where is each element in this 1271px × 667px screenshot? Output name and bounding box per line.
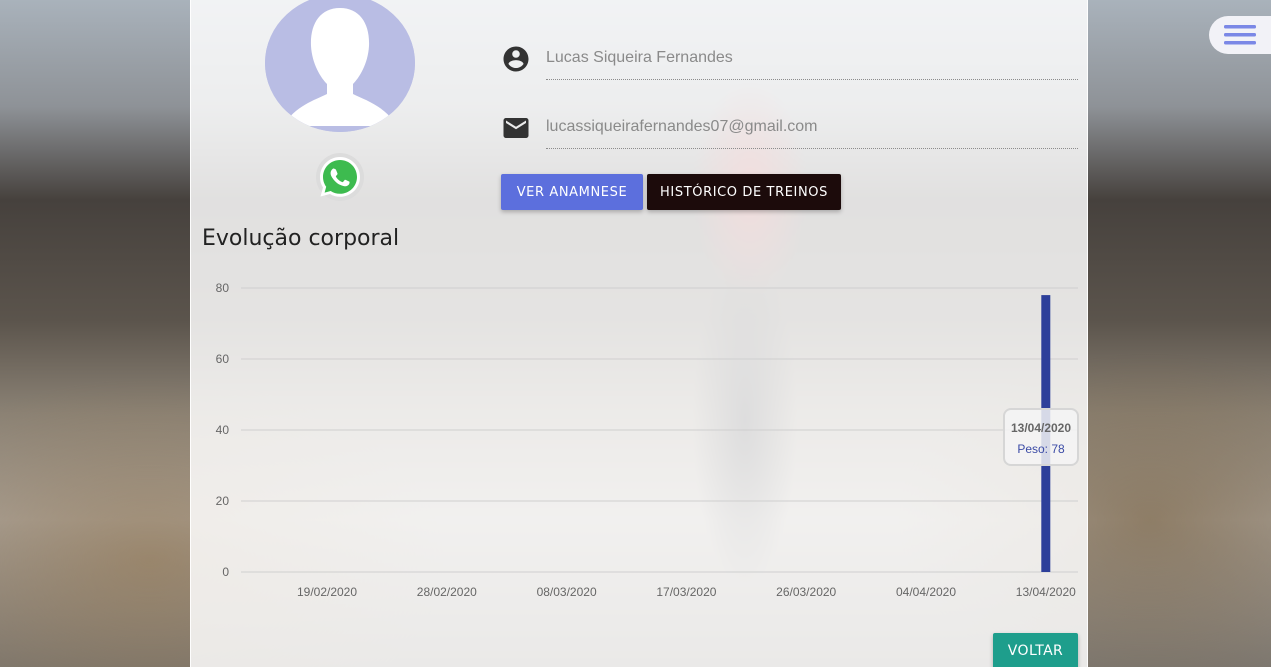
y-tick-label: 80 [216, 281, 230, 295]
x-tick-label: 28/02/2020 [417, 585, 477, 599]
whatsapp-icon [316, 153, 364, 201]
y-tick-label: 60 [216, 352, 230, 366]
x-tick-label: 13/04/2020 [1016, 585, 1076, 599]
avatar [265, 0, 415, 132]
tooltip-title: 13/04/2020 [1010, 421, 1072, 435]
menu-button[interactable] [1209, 16, 1271, 54]
x-tick-label: 19/02/2020 [297, 585, 357, 599]
x-tick-label: 17/03/2020 [656, 585, 716, 599]
y-tick-label: 0 [222, 565, 229, 579]
email-icon [503, 118, 529, 138]
email-field: lucassiqueirafernandes07@gmail.com [501, 109, 1078, 149]
user-silhouette-icon [265, 0, 415, 132]
whatsapp-button[interactable] [315, 152, 365, 202]
historico-treinos-button[interactable]: HISTÓRICO DE TREINOS [647, 174, 841, 210]
x-tick-label: 04/04/2020 [896, 585, 956, 599]
y-tick-label: 40 [216, 423, 230, 437]
name-field: Lucas Siqueira Fernandes [501, 40, 1078, 80]
profile-card: Lucas Siqueira Fernandes lucassiqueirafe… [190, 0, 1088, 667]
hamburger-menu-icon [1224, 25, 1256, 45]
x-tick-label: 08/03/2020 [537, 585, 597, 599]
section-title: Evolução corporal [202, 226, 400, 251]
tooltip-value: Peso: 78 [1017, 442, 1065, 456]
chart-tooltip: 13/04/2020 Peso: 78 [1003, 408, 1079, 466]
body-evolution-chart: 0 20 40 60 80 19/02/2020 28/02/2020 08/03/2020 1… [191, 270, 1089, 610]
ver-anamnese-button[interactable]: VER ANAMNESE [501, 174, 643, 210]
voltar-button[interactable]: VOLTAR [993, 633, 1078, 667]
account-circle-icon [503, 46, 529, 72]
x-tick-label: 26/03/2020 [776, 585, 836, 599]
user-name: Lucas Siqueira Fernandes [546, 48, 1078, 80]
chart-svg: 0 20 40 60 80 19/02/2020 28/02/2020 08/03/2020 1… [216, 281, 1078, 599]
user-email: lucassiqueirafernandes07@gmail.com [546, 117, 1078, 149]
y-tick-label: 20 [216, 494, 230, 508]
